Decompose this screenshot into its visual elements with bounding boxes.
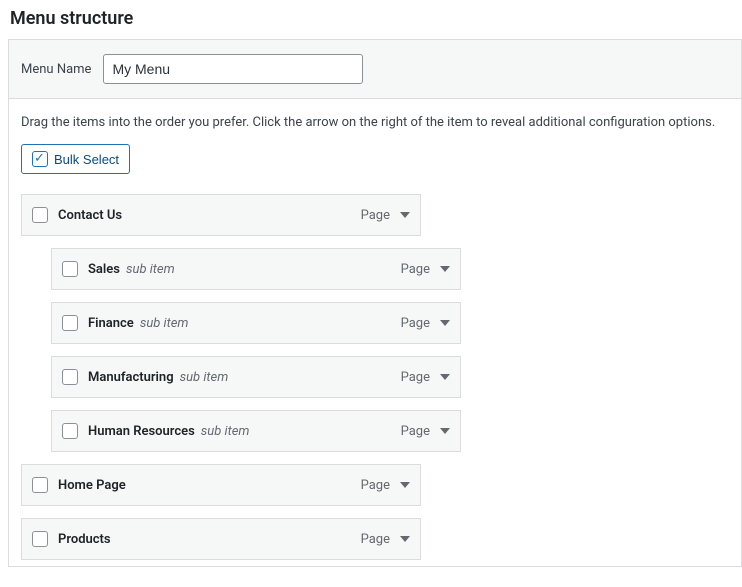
sub-item-badge: sub item [126,262,175,277]
item-checkbox[interactable] [62,315,78,331]
menu-item[interactable]: Human Resources sub item Page [51,410,461,452]
item-right: Page [361,532,410,547]
menu-item[interactable]: Home Page Page [21,464,421,506]
item-checkbox[interactable] [32,531,48,547]
chevron-down-icon[interactable] [400,482,410,488]
item-right: Page [361,208,410,223]
item-type-label: Page [401,262,430,277]
item-label: Contact Us [58,208,122,223]
item-type-label: Page [401,316,430,331]
item-label: Sales [88,262,120,277]
item-type-label: Page [361,208,390,223]
menu-item[interactable]: Finance sub item Page [51,302,461,344]
menu-items-list: Contact Us Page Sales sub item Page Finance su… [21,194,729,560]
chevron-down-icon[interactable] [440,428,450,434]
sub-item-badge: sub item [201,424,250,439]
panel-body: Drag the items into the order you prefer… [9,99,741,566]
check-icon [32,151,48,167]
bulk-select-label: Bulk Select [54,152,119,167]
item-right: Page [361,478,410,493]
item-checkbox[interactable] [62,369,78,385]
chevron-down-icon[interactable] [400,536,410,542]
instructions-text: Drag the items into the order you prefer… [21,115,729,130]
item-right: Page [401,316,450,331]
item-checkbox[interactable] [62,423,78,439]
chevron-down-icon[interactable] [440,320,450,326]
menu-item[interactable]: Products Page [21,518,421,560]
chevron-down-icon[interactable] [440,266,450,272]
menu-name-row: Menu Name [9,40,741,99]
menu-item[interactable]: Manufacturing sub item Page [51,356,461,398]
item-right: Page [401,262,450,277]
chevron-down-icon[interactable] [400,212,410,218]
item-type-label: Page [401,424,430,439]
item-label: Home Page [58,478,126,493]
menu-item[interactable]: Contact Us Page [21,194,421,236]
sub-item-badge: sub item [140,316,189,331]
bulk-select-button[interactable]: Bulk Select [21,144,130,174]
menu-structure-panel: Menu Name Drag the items into the order … [8,39,742,567]
item-type-label: Page [361,532,390,547]
item-type-label: Page [401,370,430,385]
menu-name-input[interactable] [103,54,363,84]
item-checkbox[interactable] [32,207,48,223]
item-label: Finance [88,316,134,331]
item-right: Page [401,370,450,385]
item-label: Human Resources [88,424,195,439]
page-title: Menu structure [10,8,742,29]
chevron-down-icon[interactable] [440,374,450,380]
item-right: Page [401,424,450,439]
item-label: Products [58,532,111,547]
menu-name-label: Menu Name [21,62,91,77]
item-checkbox[interactable] [62,261,78,277]
item-label: Manufacturing [88,370,174,385]
sub-item-badge: sub item [180,370,229,385]
item-type-label: Page [361,478,390,493]
menu-item[interactable]: Sales sub item Page [51,248,461,290]
item-checkbox[interactable] [32,477,48,493]
